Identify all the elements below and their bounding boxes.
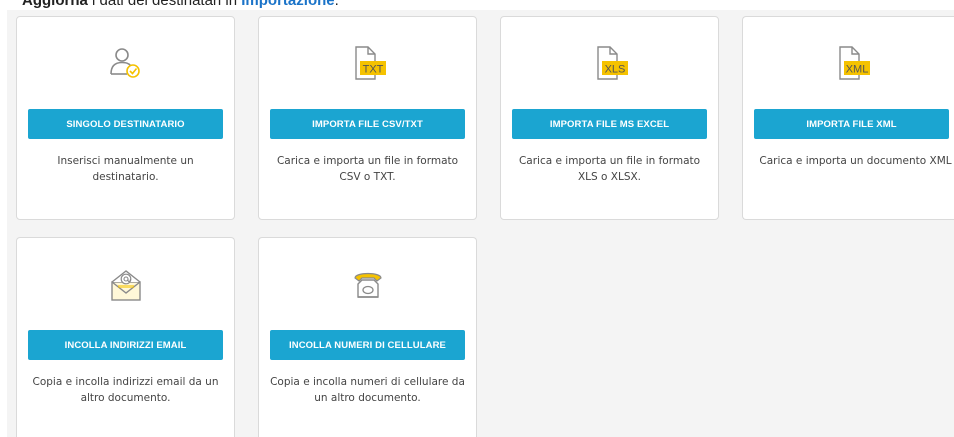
card-paste-emails: INCOLLA INDIRIZZI EMAIL Copia e incolla … bbox=[16, 237, 235, 437]
card-description: Inserisci manualmente un destinatario. bbox=[57, 155, 194, 183]
txt-file-icon: TXT bbox=[354, 46, 386, 80]
card-description: Copia e incolla indirizzi email da un al… bbox=[32, 376, 219, 404]
card-icon-wrap bbox=[17, 266, 234, 306]
xml-file-icon: XML bbox=[838, 46, 870, 80]
txt-icon-label: TXT bbox=[362, 64, 383, 76]
import-csv-txt-button[interactable]: IMPORTA FILE CSV/TXT bbox=[270, 109, 465, 139]
import-xml-button[interactable]: IMPORTA FILE XML bbox=[754, 109, 949, 139]
user-check-icon bbox=[109, 48, 140, 78]
card-description: Carica e importa un documento XML bbox=[759, 155, 952, 167]
import-options-panel: SINGOLO DESTINATARIO Inserisci manualmen… bbox=[7, 10, 954, 437]
header-suffix: . bbox=[334, 0, 339, 9]
card-import-xml: XML IMPORTA FILE XML Carica e importa un… bbox=[742, 16, 954, 220]
header-prefix: Aggiorna bbox=[22, 0, 88, 9]
paste-emails-button[interactable]: INCOLLA INDIRIZZI EMAIL bbox=[28, 330, 223, 360]
header-text: Aggiorna i dati dei destinatari in Impor… bbox=[22, 0, 339, 9]
card-paste-phone-numbers: INCOLLA NUMERI DI CELLULARE Copia e inco… bbox=[258, 237, 477, 437]
paste-phone-numbers-button[interactable]: INCOLLA NUMERI DI CELLULARE bbox=[270, 330, 465, 360]
single-recipient-button[interactable]: SINGOLO DESTINATARIO bbox=[28, 109, 223, 139]
xls-icon-label: XLS bbox=[604, 64, 625, 76]
importazione-link[interactable]: Importazione bbox=[241, 0, 334, 9]
card-description: Carica e importa un file in formato XLS … bbox=[518, 155, 701, 183]
card-description: Copia e incolla numeri di cellulare da u… bbox=[270, 376, 465, 404]
card-icon-wrap bbox=[259, 266, 476, 306]
card-icon-wrap bbox=[17, 45, 234, 85]
card-icon-wrap: XML bbox=[743, 45, 954, 85]
email-envelope-icon bbox=[110, 270, 141, 301]
card-import-csv-txt: TXT IMPORTA FILE CSV/TXT Carica e import… bbox=[258, 16, 477, 220]
header-middle: i dati dei destinatari in bbox=[87, 0, 242, 9]
import-excel-button[interactable]: IMPORTA FILE MS EXCEL bbox=[512, 109, 707, 139]
xls-file-icon: XLS bbox=[596, 46, 628, 80]
telephone-icon bbox=[353, 272, 382, 298]
card-icon-wrap: TXT bbox=[259, 45, 476, 85]
xml-icon-label: XML bbox=[845, 64, 868, 76]
card-description: Carica e importa un file in formato CSV … bbox=[276, 155, 459, 183]
card-import-excel: XLS IMPORTA FILE MS EXCEL Carica e impor… bbox=[500, 16, 719, 220]
card-single-recipient: SINGOLO DESTINATARIO Inserisci manualmen… bbox=[16, 16, 235, 220]
card-icon-wrap: XLS bbox=[501, 45, 718, 85]
